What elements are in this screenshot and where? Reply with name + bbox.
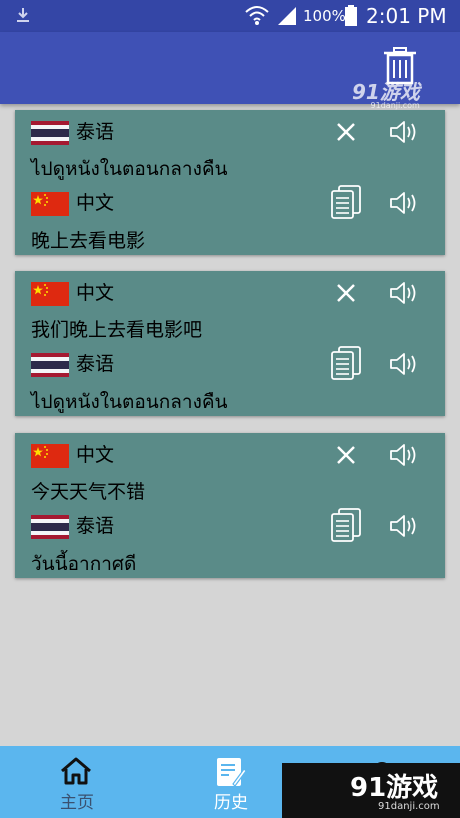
target-language: 泰语 — [76, 515, 115, 537]
close-icon[interactable] — [333, 280, 359, 306]
source-row: 泰语 — [15, 113, 445, 149]
copy-icon[interactable] — [329, 507, 363, 543]
source-row: 中文 — [15, 436, 445, 472]
download-icon — [17, 8, 29, 22]
thailand-flag-icon — [31, 121, 69, 145]
signal-icon — [278, 7, 296, 25]
source-text: ไปดูหนังในตอนกลางคืน — [31, 158, 228, 180]
speaker-icon[interactable] — [387, 511, 419, 541]
speaker-icon[interactable] — [387, 188, 419, 218]
source-text: 今天天气不错 — [31, 481, 146, 503]
target-row: 泰语 — [15, 507, 445, 543]
status-bar: 100% 2:01 PM — [0, 0, 460, 32]
china-flag-icon — [31, 282, 69, 306]
close-icon[interactable] — [333, 119, 359, 145]
watermark-logo: 91游戏 91danji.com — [352, 80, 420, 110]
translation-card: 中文 今天天气不错 泰语 วันนี้อากาศดี — [15, 433, 445, 578]
china-flag-icon — [31, 192, 69, 216]
target-text: 晚上去看电影 — [31, 230, 146, 252]
source-language: 中文 — [76, 282, 115, 304]
source-text: 我们晚上去看电影吧 — [31, 319, 203, 341]
target-row: 泰语 — [15, 345, 445, 381]
thailand-flag-icon — [31, 515, 69, 539]
translation-card: 中文 我们晚上去看电影吧 泰语 ไปดูหนังในตอนกลางคืน — [15, 271, 445, 416]
target-row: 中文 — [15, 184, 445, 220]
tab-home[interactable]: 主页 — [0, 746, 154, 818]
watermark-banner: 91游戏 91danji.com — [282, 763, 460, 818]
target-text: ไปดูหนังในตอนกลางคืน — [31, 391, 228, 413]
battery-percent: 100% — [303, 7, 346, 25]
speaker-icon[interactable] — [387, 117, 419, 147]
target-language: 中文 — [76, 192, 115, 214]
copy-icon[interactable] — [329, 184, 363, 220]
app-bar: 91游戏 91danji.com — [0, 32, 460, 110]
home-icon — [61, 757, 91, 785]
source-language: 中文 — [76, 444, 115, 466]
speaker-icon[interactable] — [387, 440, 419, 470]
copy-icon[interactable] — [329, 345, 363, 381]
clock: 2:01 PM — [366, 4, 447, 28]
translation-card: 泰语 ไปดูหนังในตอนกลางคืน 中文 晚上去看电影 — [15, 110, 445, 255]
source-row: 中文 — [15, 274, 445, 310]
target-text: วันนี้อากาศดี — [31, 553, 137, 575]
wifi-icon — [245, 6, 269, 25]
thailand-flag-icon — [31, 353, 69, 377]
close-icon[interactable] — [333, 442, 359, 468]
target-language: 泰语 — [76, 353, 115, 375]
speaker-icon[interactable] — [387, 278, 419, 308]
source-language: 泰语 — [76, 121, 115, 143]
history-icon — [217, 758, 247, 787]
tab-home-label: 主页 — [60, 793, 94, 813]
speaker-icon[interactable] — [387, 349, 419, 379]
china-flag-icon — [31, 444, 69, 468]
battery-icon — [345, 5, 357, 26]
